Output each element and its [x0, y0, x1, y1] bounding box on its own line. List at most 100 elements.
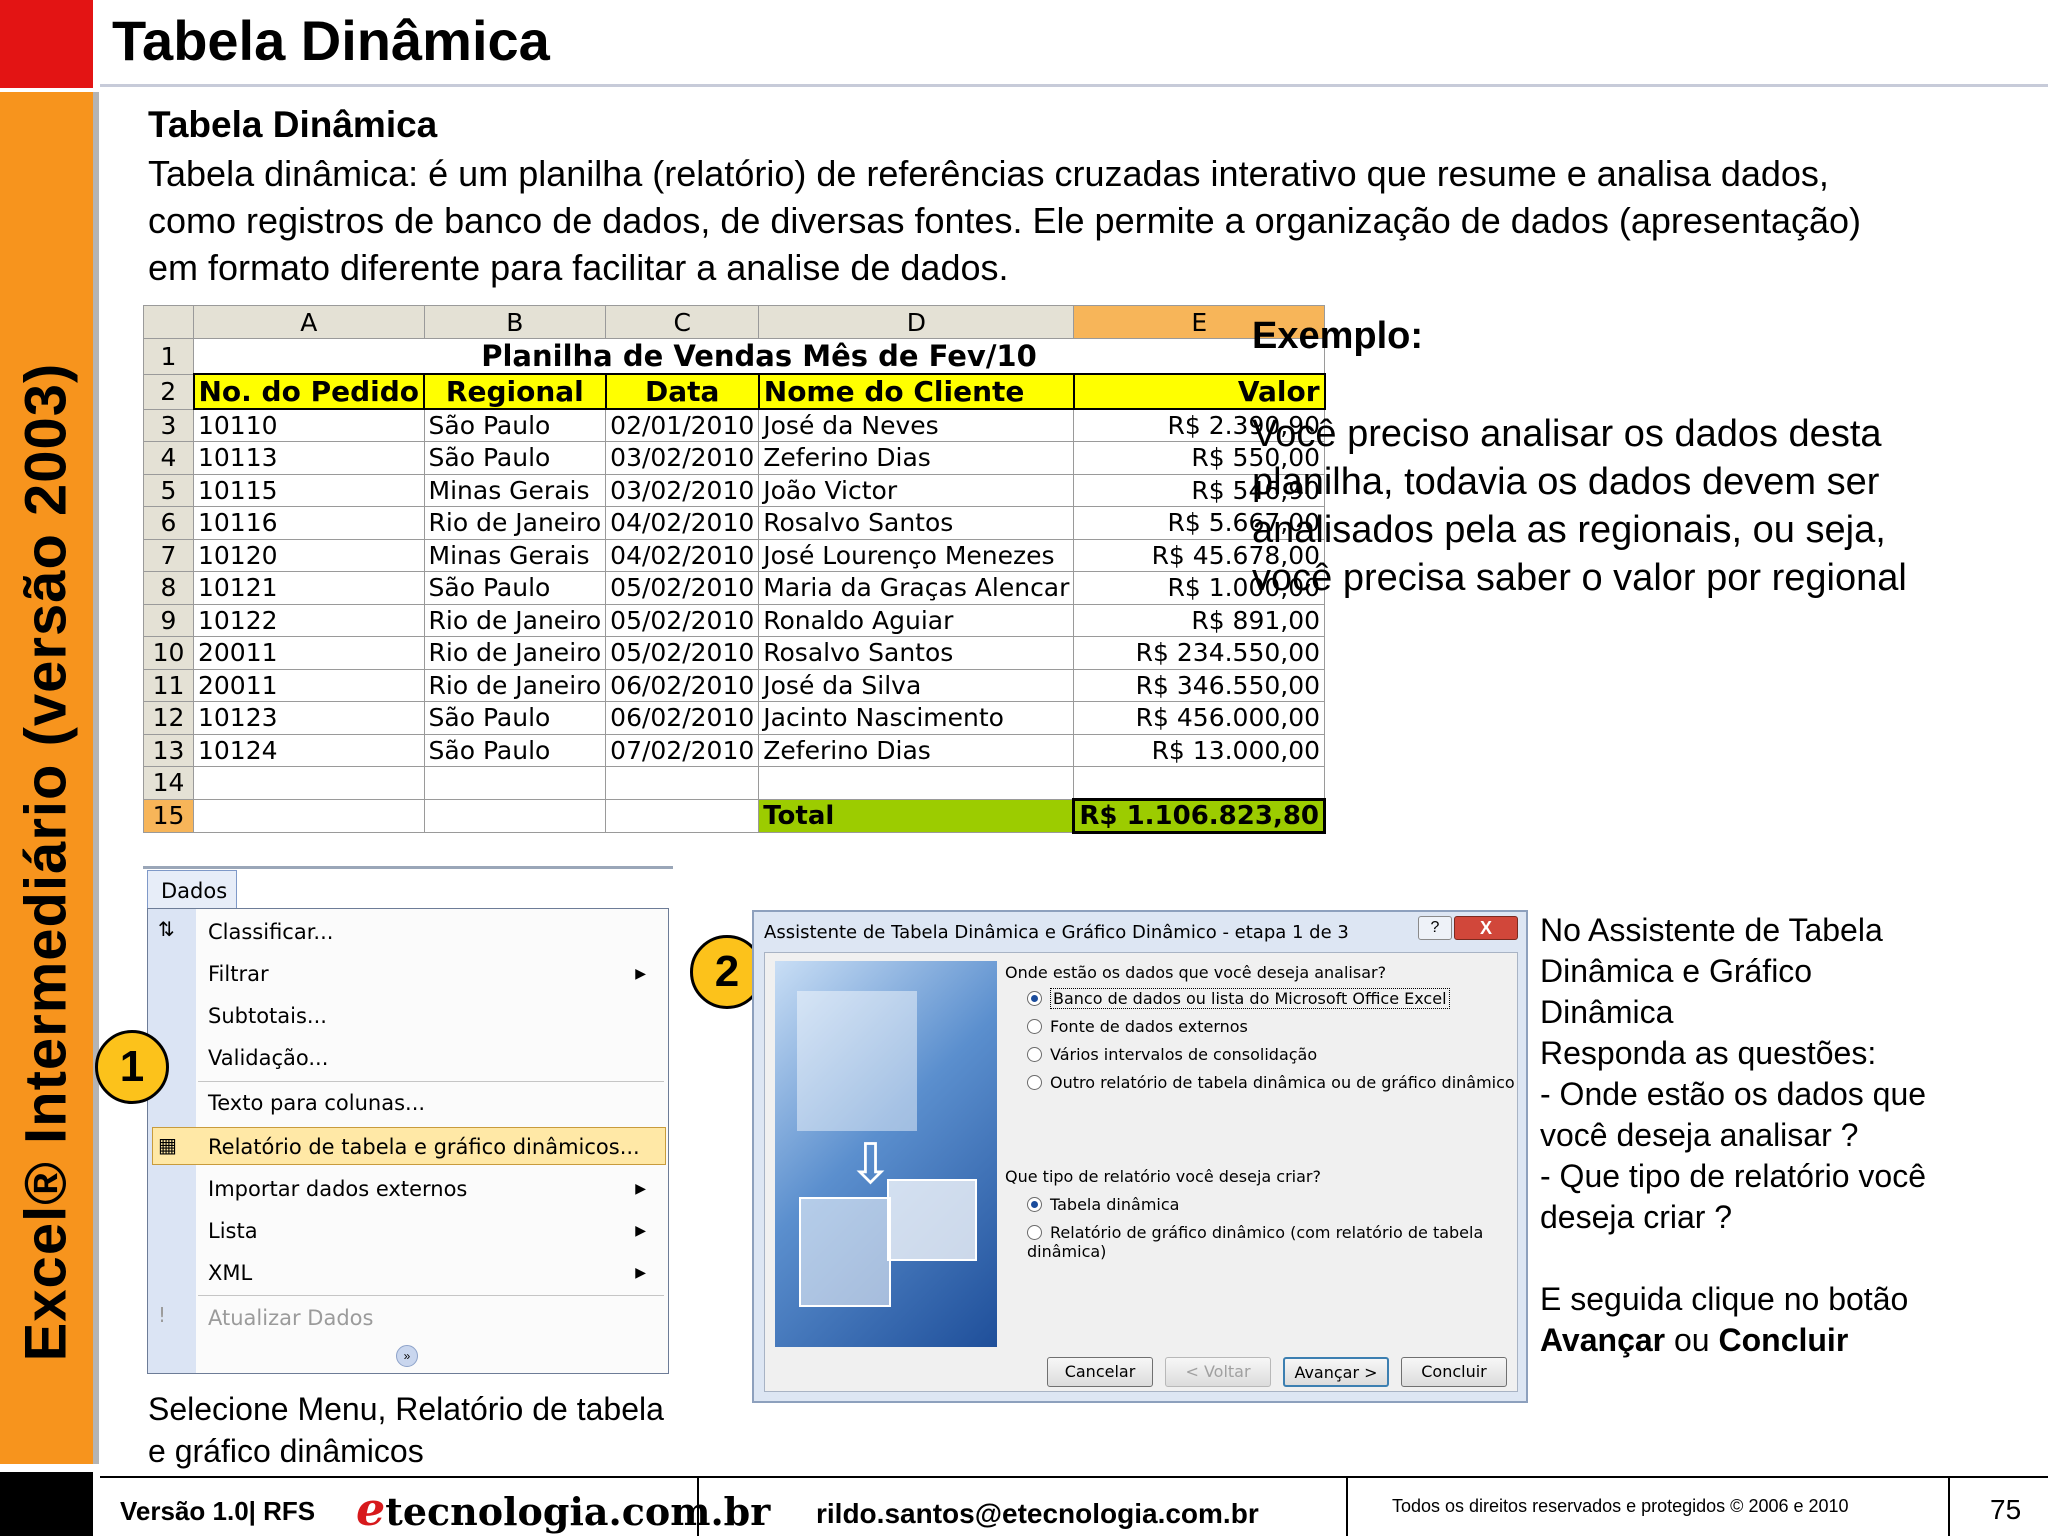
cell[interactable]: São Paulo — [423, 571, 607, 605]
cell[interactable]: R$ 456.000,00 — [1073, 701, 1326, 735]
cell[interactable]: 10116 — [193, 506, 425, 540]
cell[interactable] — [423, 798, 607, 833]
finish-button[interactable]: Concluir — [1401, 1357, 1507, 1387]
menu-item-validacao[interactable]: Validação... — [208, 1039, 648, 1077]
cell[interactable]: 07/02/2010 — [605, 733, 760, 767]
row-header[interactable]: 8 — [143, 571, 194, 605]
cell[interactable]: Zeferino Dias — [758, 733, 1075, 767]
cell[interactable]: 10123 — [193, 701, 425, 735]
cell[interactable]: 05/02/2010 — [605, 571, 760, 605]
row-header[interactable]: 7 — [143, 538, 194, 572]
close-button[interactable]: X — [1454, 916, 1518, 940]
cell[interactable]: Jacinto Nascimento — [758, 701, 1075, 735]
row-header[interactable]: 10 — [143, 636, 194, 670]
cell[interactable]: São Paulo — [423, 441, 607, 475]
cell[interactable]: 03/02/2010 — [605, 473, 760, 507]
cell[interactable]: 10110 — [193, 408, 425, 442]
row-header[interactable]: 2 — [143, 373, 194, 410]
header-cell[interactable]: No. do Pedido — [192, 373, 426, 410]
cell[interactable]: R$ 346.550,00 — [1073, 668, 1326, 702]
cell[interactable]: 10115 — [193, 473, 425, 507]
cell[interactable]: 10121 — [193, 571, 425, 605]
row-header[interactable]: 11 — [143, 668, 194, 702]
radio-other-report[interactable]: Outro relatório de tabela dinâmica ou de… — [1027, 1073, 1515, 1092]
cell[interactable]: Rio de Janeiro — [423, 668, 607, 702]
cell[interactable]: R$ 234.550,00 — [1073, 636, 1326, 670]
cell[interactable] — [605, 766, 760, 800]
cell[interactable]: José da Silva — [758, 668, 1075, 702]
help-button[interactable]: ? — [1418, 916, 1452, 940]
row-header[interactable]: 6 — [143, 506, 194, 540]
row-header[interactable]: 1 — [143, 338, 194, 375]
cell[interactable]: Rosalvo Santos — [758, 506, 1075, 540]
cell[interactable]: 04/02/2010 — [605, 538, 760, 572]
row-header[interactable]: 12 — [143, 701, 194, 735]
row-header[interactable]: 14 — [143, 766, 194, 800]
cell[interactable]: Ronaldo Aguiar — [758, 603, 1075, 637]
cell[interactable] — [758, 766, 1075, 800]
radio-external-source[interactable]: Fonte de dados externos — [1027, 1017, 1248, 1036]
column-header[interactable]: A — [193, 305, 425, 339]
cell[interactable]: Rio de Janeiro — [423, 506, 607, 540]
radio-pivot-chart[interactable]: Relatório de gráfico dinâmico (com relat… — [1027, 1223, 1517, 1261]
cell[interactable]: São Paulo — [423, 733, 607, 767]
cell[interactable] — [423, 766, 607, 800]
row-header[interactable]: 13 — [143, 733, 194, 767]
row-header[interactable]: 3 — [143, 408, 194, 442]
cell[interactable]: 20011 — [193, 636, 425, 670]
corner-cell[interactable] — [143, 305, 194, 339]
row-header[interactable]: 9 — [143, 603, 194, 637]
radio-consolidation[interactable]: Vários intervalos de consolidação — [1027, 1045, 1317, 1064]
cell[interactable] — [1073, 766, 1326, 800]
cell[interactable]: 10120 — [193, 538, 425, 572]
cell[interactable]: Minas Gerais — [423, 473, 607, 507]
cell[interactable]: 03/02/2010 — [605, 441, 760, 475]
menu-item-filtrar[interactable]: Filtrar ▶ — [208, 955, 648, 993]
cell[interactable]: 02/01/2010 — [605, 408, 760, 442]
cell[interactable] — [193, 766, 425, 800]
header-cell[interactable]: Data — [604, 373, 760, 410]
menu-item-subtotais[interactable]: Subtotais... — [208, 997, 648, 1035]
cell[interactable]: São Paulo — [423, 701, 607, 735]
header-cell[interactable]: Nome do Cliente — [757, 373, 1075, 410]
cell[interactable]: R$ 13.000,00 — [1073, 733, 1326, 767]
cell[interactable]: Zeferino Dias — [758, 441, 1075, 475]
header-cell[interactable]: Regional — [423, 373, 607, 410]
cell[interactable]: Rio de Janeiro — [423, 603, 607, 637]
total-value-cell[interactable]: R$ 1.106.823,80 — [1072, 797, 1327, 834]
cell[interactable]: João Victor — [758, 473, 1075, 507]
cell[interactable]: 05/02/2010 — [605, 636, 760, 670]
cell[interactable]: 20011 — [193, 668, 425, 702]
expand-menu-icon[interactable]: » — [396, 1345, 418, 1367]
cancel-button[interactable]: Cancelar — [1047, 1357, 1153, 1387]
cell[interactable]: 04/02/2010 — [605, 506, 760, 540]
cell[interactable]: 06/02/2010 — [605, 668, 760, 702]
cell[interactable]: José da Neves — [758, 408, 1075, 442]
row-header-selected[interactable]: 15 — [143, 798, 194, 833]
menu-tab-dados[interactable]: Dados — [147, 870, 237, 910]
cell[interactable]: 10122 — [193, 603, 425, 637]
radio-pivot-table[interactable]: Tabela dinâmica — [1027, 1195, 1179, 1214]
column-header[interactable]: D — [758, 305, 1075, 339]
total-label-cell[interactable]: Total — [758, 798, 1075, 833]
menu-item-texto-para-colunas[interactable]: Texto para colunas... — [208, 1084, 648, 1122]
menu-item-xml[interactable]: XML ▶ — [208, 1254, 648, 1292]
cell[interactable]: Minas Gerais — [423, 538, 607, 572]
cell[interactable]: 10113 — [193, 441, 425, 475]
cell[interactable]: José Lourenço Menezes — [758, 538, 1075, 572]
menu-item-classificar[interactable]: Classificar... — [208, 913, 648, 951]
cell[interactable]: 06/02/2010 — [605, 701, 760, 735]
cell[interactable] — [605, 798, 760, 833]
cell[interactable] — [193, 798, 425, 833]
menu-item-relatorio-tabela-dinamica[interactable]: Relatório de tabela e gráfico dinâmicos.… — [208, 1128, 648, 1166]
header-cell[interactable]: Valor — [1072, 373, 1326, 410]
menu-item-importar-dados[interactable]: Importar dados externos ▶ — [208, 1170, 648, 1208]
cell[interactable]: Maria da Graças Alencar — [758, 571, 1075, 605]
cell[interactable]: São Paulo — [423, 408, 607, 442]
column-header[interactable]: C — [605, 305, 760, 339]
cell[interactable]: Rio de Janeiro — [423, 636, 607, 670]
row-header[interactable]: 4 — [143, 441, 194, 475]
next-button[interactable]: Avançar > — [1283, 1357, 1389, 1387]
radio-excel-list[interactable]: Banco de dados ou lista do Microsoft Off… — [1027, 988, 1450, 1009]
menu-item-lista[interactable]: Lista ▶ — [208, 1212, 648, 1250]
